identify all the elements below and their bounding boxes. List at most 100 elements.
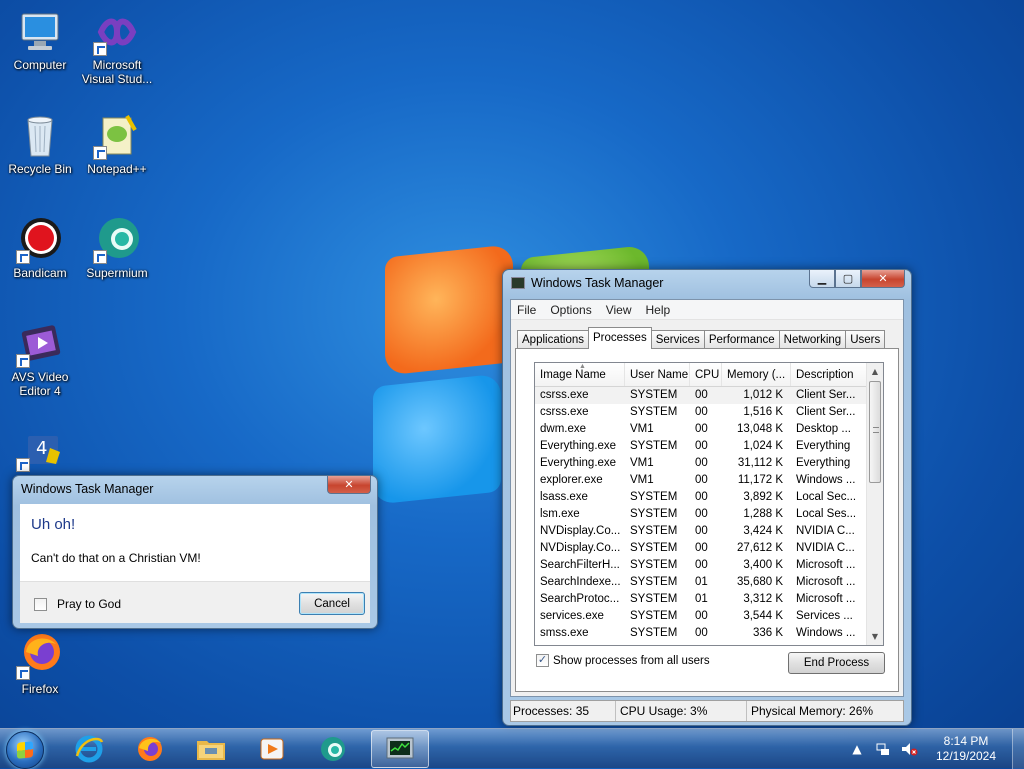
show-desktop-button[interactable] xyxy=(1012,729,1024,769)
table-cell: 13,048 K xyxy=(736,423,783,435)
table-cell: SYSTEM xyxy=(630,389,678,401)
desktop-icon-computer[interactable]: Computer xyxy=(1,8,79,72)
table-row[interactable]: lsm.exe SYSTEM 00 1,288 K Local Ses... xyxy=(535,506,883,523)
table-cell: Desktop ... xyxy=(796,423,851,435)
process-list-scrollbar[interactable]: ▲ ▼ xyxy=(866,363,883,645)
table-cell: VM1 xyxy=(630,457,654,469)
table-cell: VM1 xyxy=(630,474,654,486)
table-row[interactable]: smss.exe SYSTEM 00 336 K Windows ... xyxy=(535,625,883,642)
table-cell: Services ... xyxy=(796,610,853,622)
table-cell: 11,172 K xyxy=(737,474,783,486)
show-all-checkbox[interactable]: ✓ xyxy=(536,654,549,667)
tab-users[interactable]: Users xyxy=(845,330,886,349)
desktop-icon-recycle-bin[interactable]: Recycle Bin xyxy=(1,112,79,176)
task-manager-icon xyxy=(511,277,525,289)
table-cell: lsass.exe xyxy=(540,491,588,503)
clock[interactable]: 8:14 PM 12/19/2024 xyxy=(926,734,1006,764)
table-cell: 00 xyxy=(695,542,708,554)
clock-time: 8:14 PM xyxy=(943,734,989,748)
table-row[interactable]: csrss.exe SYSTEM 00 1,012 K Client Ser... xyxy=(535,387,883,404)
column-user-name[interactable]: User Name xyxy=(625,363,690,386)
table-row[interactable]: services.exe SYSTEM 00 3,544 K Services ... xyxy=(535,608,883,625)
taskbar-supermium[interactable] xyxy=(306,730,360,768)
table-row[interactable]: Everything.exe SYSTEM 00 1,024 K Everything xyxy=(535,438,883,455)
menu-options[interactable]: Options xyxy=(550,303,591,317)
table-cell: SYSTEM xyxy=(630,576,678,588)
show-all-processes[interactable]: ✓ Show processes from all users xyxy=(536,654,710,667)
show-hidden-icons-icon[interactable]: ▲ xyxy=(848,740,866,758)
table-row[interactable]: lsass.exe SYSTEM 00 3,892 K Local Sec... xyxy=(535,489,883,506)
computer-icon xyxy=(16,8,64,56)
desktop-icon-vs-installer[interactable]: 4 xyxy=(1,424,79,474)
desktop-icon-notepad-plus-plus[interactable]: Notepad++ xyxy=(78,112,156,176)
table-cell: 00 xyxy=(695,610,708,622)
table-row[interactable]: SearchIndexe... SYSTEM 01 35,680 K Microsoft… xyxy=(535,574,883,591)
taskbar-media-player[interactable] xyxy=(245,730,299,768)
taskbar-firefox[interactable] xyxy=(123,730,177,768)
table-cell: Client Ser... xyxy=(796,389,856,401)
menu-file[interactable]: File xyxy=(517,303,536,317)
menu-help[interactable]: Help xyxy=(646,303,671,317)
clock-date: 12/19/2024 xyxy=(935,749,997,763)
column-memory[interactable]: Memory (... xyxy=(722,363,791,386)
close-button[interactable]: ✕ xyxy=(861,270,905,288)
internet-explorer-icon xyxy=(75,735,104,763)
table-cell: 00 xyxy=(695,508,708,520)
column-cpu[interactable]: CPU xyxy=(690,363,722,386)
tab-performance[interactable]: Performance xyxy=(703,330,780,349)
desktop-icon-bandicam[interactable]: Bandicam xyxy=(1,216,79,280)
start-button[interactable] xyxy=(6,731,44,769)
tab-networking[interactable]: Networking xyxy=(778,330,847,349)
dialog-title: Windows Task Manager xyxy=(21,482,154,496)
task-manager-window[interactable]: Windows Task Manager ▁ ▢ ✕ File Options … xyxy=(502,269,912,726)
supermium-icon xyxy=(93,216,141,264)
table-row[interactable]: SearchProtoc... SYSTEM 01 3,312 K Microsoft … xyxy=(535,591,883,608)
table-row[interactable]: explorer.exe VM1 00 11,172 K Windows ... xyxy=(535,472,883,489)
status-cpu: CPU Usage: 3% xyxy=(616,701,747,721)
scroll-thumb[interactable] xyxy=(869,381,881,483)
tab-services[interactable]: Services xyxy=(650,330,705,349)
table-row[interactable]: NVDisplay.Co... SYSTEM 00 27,612 K NVIDIA C.… xyxy=(535,540,883,557)
error-dialog[interactable]: Windows Task Manager ✕ Uh oh! Can't do t… xyxy=(12,475,378,629)
task-manager-titlebar[interactable]: Windows Task Manager ▁ ▢ ✕ xyxy=(503,270,911,298)
table-row[interactable]: SearchFilterH... SYSTEM 00 3,400 K Microsoft… xyxy=(535,557,883,574)
end-process-button[interactable]: End Process xyxy=(788,652,885,674)
scroll-down-icon[interactable]: ▼ xyxy=(867,628,883,645)
table-cell: SYSTEM xyxy=(630,559,678,571)
pray-checkbox[interactable] xyxy=(34,597,47,611)
maximize-button[interactable]: ▢ xyxy=(835,270,861,288)
menu-view[interactable]: View xyxy=(606,303,632,317)
desktop-icon-supermium[interactable]: Supermium xyxy=(78,216,156,280)
desktop-icon-visual-studio[interactable]: Microsoft Visual Stud... xyxy=(78,8,156,86)
table-cell: SYSTEM xyxy=(630,627,678,639)
table-row[interactable]: NVDisplay.Co... SYSTEM 00 3,424 K NVIDIA C..… xyxy=(535,523,883,540)
dialog-close-button[interactable]: ✕ xyxy=(327,476,371,494)
process-list[interactable]: ▲ Image Name User Name CPU Memory (... De… xyxy=(534,362,884,646)
bandicam-icon xyxy=(16,216,64,264)
cancel-button[interactable]: Cancel xyxy=(299,592,365,615)
table-cell: services.exe xyxy=(540,610,604,622)
desktop-icon-avs-video-editor[interactable]: AVS Video Editor 4 xyxy=(1,320,79,398)
column-image-name[interactable]: ▲ Image Name xyxy=(535,363,625,386)
volume-muted-icon[interactable] xyxy=(900,740,918,758)
taskbar-file-explorer[interactable] xyxy=(184,730,238,768)
table-row[interactable]: dwm.exe VM1 00 13,048 K Desktop ... xyxy=(535,421,883,438)
tab-processes[interactable]: Processes xyxy=(588,327,652,349)
table-row[interactable]: csrss.exe SYSTEM 00 1,516 K Client Ser... xyxy=(535,404,883,421)
supermium-icon xyxy=(321,737,345,761)
taskbar-task-manager[interactable] xyxy=(371,730,429,768)
dialog-titlebar[interactable]: Windows Task Manager ✕ xyxy=(13,476,377,504)
desktop-icon-firefox[interactable]: Firefox xyxy=(1,632,79,696)
column-description[interactable]: Description xyxy=(791,363,867,386)
pray-option[interactable]: Pray to God xyxy=(34,597,121,611)
taskbar-internet-explorer[interactable] xyxy=(62,730,116,768)
tab-applications[interactable]: Applications xyxy=(517,330,590,349)
scroll-up-icon[interactable]: ▲ xyxy=(867,363,883,380)
process-list-header: ▲ Image Name User Name CPU Memory (... De… xyxy=(535,363,883,387)
network-icon[interactable] xyxy=(874,740,892,758)
show-all-label: Show processes from all users xyxy=(553,654,710,667)
minimize-button[interactable]: ▁ xyxy=(809,270,835,288)
table-row[interactable]: Everything.exe VM1 00 31,112 K Everything xyxy=(535,455,883,472)
table-cell: 3,424 K xyxy=(743,525,783,537)
dialog-content: Uh oh! Can't do that on a Christian VM! xyxy=(20,504,370,581)
